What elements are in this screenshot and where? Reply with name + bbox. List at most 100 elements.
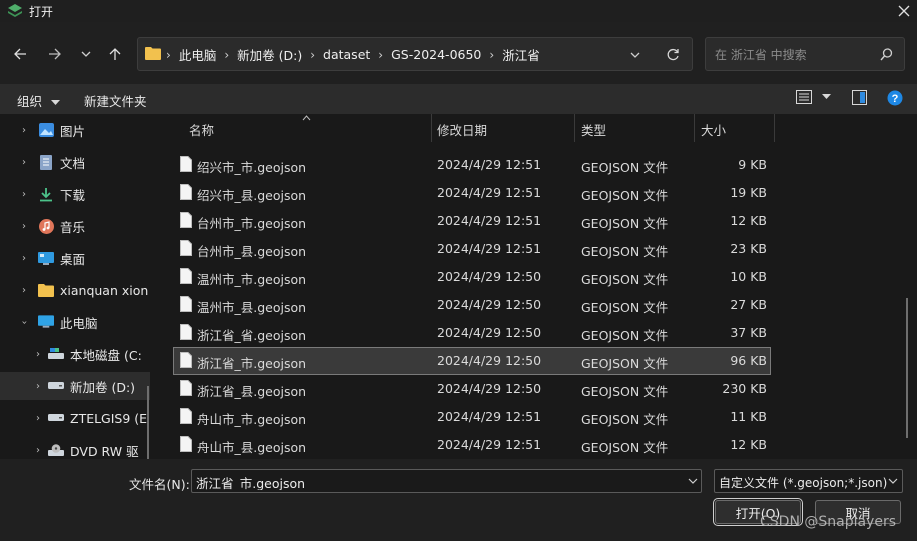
file-row[interactable]: 台州市_市.geojson 2024/4/29 12:51 GEOJSON 文件… (174, 208, 770, 234)
breadcrumb-separator-icon: › (166, 47, 171, 62)
file-size: 19 KB (730, 185, 767, 200)
search-input[interactable] (715, 47, 875, 63)
sidebar-item-pictures[interactable]: › 图片 (0, 116, 150, 144)
sidebar-item-drive-e[interactable]: › ZTELGIS9 (E (0, 404, 150, 432)
back-button[interactable] (8, 42, 32, 66)
expand-chevron-icon[interactable]: › (18, 189, 30, 200)
arrow-right-icon (49, 48, 61, 60)
view-options-button[interactable] (796, 90, 831, 104)
file-name: 浙江省_市.geojson (197, 356, 307, 371)
search-icon[interactable] (880, 48, 893, 61)
sidebar-item-label: 下载 (60, 187, 86, 203)
file-name: 浙江省_县.geojson (197, 384, 307, 399)
file-row[interactable]: 浙江省_县.geojson 2024/4/29 12:50 GEOJSON 文件… (174, 376, 770, 402)
details-view-icon (796, 90, 812, 104)
sidebar-item-documents[interactable]: › 文档 (0, 148, 150, 176)
sidebar-item-music[interactable]: › 音乐 (0, 212, 150, 240)
forward-button[interactable] (43, 42, 67, 66)
file-size: 27 KB (730, 297, 767, 312)
file-icon (180, 436, 192, 452)
sidebar-item-drive-d[interactable]: › 新加卷 (D:) (0, 372, 150, 400)
chevron-down-icon[interactable] (688, 478, 698, 485)
file-date: 2024/4/29 12:51 (437, 157, 542, 172)
column-divider[interactable] (431, 114, 432, 142)
sidebar-item-downloads[interactable]: › 下载 (0, 180, 150, 208)
file-icon (180, 380, 192, 396)
column-header-size[interactable]: 大小 (701, 120, 726, 139)
sidebar-item-desktop[interactable]: › 桌面 (0, 244, 150, 272)
file-size: 96 KB (730, 353, 767, 368)
column-divider[interactable] (694, 114, 695, 142)
close-button[interactable] (890, 0, 917, 22)
column-divider[interactable] (574, 114, 575, 142)
file-icon (180, 352, 192, 368)
breadcrumb-separator-icon[interactable]: › (378, 48, 383, 62)
file-row[interactable]: 绍兴市_县.geojson 2024/4/29 12:51 GEOJSON 文件… (174, 180, 770, 206)
file-date: 2024/4/29 12:51 (437, 185, 542, 200)
file-size: 12 KB (730, 213, 767, 228)
file-row[interactable]: 浙江省_省.geojson 2024/4/29 12:50 GEOJSON 文件… (174, 320, 770, 346)
file-icon (180, 184, 192, 200)
address-history-button[interactable] (623, 43, 647, 67)
expand-chevron-icon[interactable]: › (32, 349, 44, 360)
filename-label: 文件名(N): (129, 477, 190, 492)
breadcrumb-item[interactable]: dataset (323, 47, 370, 62)
file-row-selected[interactable]: 浙江省_市.geojson 2024/4/29 12:50 GEOJSON 文件… (173, 347, 771, 375)
drive-c-icon (48, 346, 64, 362)
column-header-date[interactable]: 修改日期 (437, 120, 487, 139)
column-header-name[interactable]: 名称 (189, 120, 214, 139)
file-icon (180, 324, 192, 340)
breadcrumb-item[interactable]: 新加卷 (D:) (237, 45, 302, 64)
file-type: GEOJSON 文件 (581, 356, 669, 371)
file-date: 2024/4/29 12:51 (437, 213, 542, 228)
expand-chevron-icon[interactable]: › (32, 381, 44, 392)
filename-combobox[interactable] (191, 469, 702, 493)
file-size: 230 KB (722, 381, 767, 396)
file-icon (180, 240, 192, 256)
file-row[interactable]: 舟山市_市.geojson 2024/4/29 12:51 GEOJSON 文件… (174, 404, 770, 430)
file-type-select[interactable]: 自定义文件 (*.geojson;*.json) (714, 469, 903, 493)
expand-chevron-icon[interactable]: › (18, 157, 30, 168)
file-size: 10 KB (730, 269, 767, 284)
partially-hidden-row (174, 141, 374, 147)
file-row[interactable]: 台州市_县.geojson 2024/4/29 12:51 GEOJSON 文件… (174, 236, 770, 262)
breadcrumb: › 此电脑 › 新加卷 (D:) › dataset › GS-2024-065… (166, 45, 540, 64)
collapse-chevron-icon[interactable]: › (19, 316, 30, 328)
expand-chevron-icon[interactable]: › (18, 125, 30, 136)
column-header-type[interactable]: 类型 (581, 120, 606, 139)
expand-chevron-icon[interactable]: › (32, 445, 44, 456)
column-divider[interactable] (774, 114, 775, 142)
file-row[interactable]: 温州市_市.geojson 2024/4/29 12:50 GEOJSON 文件… (174, 264, 770, 290)
expand-chevron-icon[interactable]: › (18, 285, 30, 296)
file-row[interactable]: 舟山市_县.geojson 2024/4/29 12:51 GEOJSON 文件… (174, 432, 770, 458)
file-row[interactable]: 温州市_县.geojson 2024/4/29 12:50 GEOJSON 文件… (174, 292, 770, 318)
file-list-scrollbar[interactable] (906, 298, 908, 438)
breadcrumb-item[interactable]: 此电脑 (179, 45, 217, 64)
new-folder-button[interactable]: 新建文件夹 (84, 91, 147, 110)
organize-menu-button[interactable]: 组织 (17, 91, 60, 110)
breadcrumb-separator-icon[interactable]: › (310, 48, 315, 62)
sidebar-item-this-pc[interactable]: › 此电脑 (0, 308, 150, 336)
breadcrumb-item[interactable]: GS-2024-0650 (391, 47, 481, 62)
help-icon[interactable]: ? (887, 90, 903, 106)
preview-pane-icon[interactable] (852, 90, 867, 105)
recent-locations-button[interactable] (74, 42, 98, 66)
expand-chevron-icon[interactable]: › (18, 221, 30, 232)
filename-field[interactable] (196, 474, 676, 490)
expand-chevron-icon[interactable]: › (32, 413, 44, 424)
sidebar-item-user-folder[interactable]: › xianquan xion (0, 276, 150, 304)
refresh-button[interactable] (661, 43, 685, 67)
sidebar-item-drive-c[interactable]: › 本地磁盘 (C: (0, 340, 150, 368)
up-button[interactable] (103, 42, 127, 66)
sidebar-item-dvd[interactable]: › DVD RW 驱 (0, 436, 150, 459)
file-icon (180, 408, 192, 424)
search-box[interactable] (705, 37, 905, 71)
breadcrumb-separator-icon[interactable]: › (224, 48, 229, 62)
expand-chevron-icon[interactable]: › (18, 253, 30, 264)
sidebar-scrollbar[interactable] (147, 386, 149, 459)
file-row[interactable]: 绍兴市_市.geojson 2024/4/29 12:51 GEOJSON 文件… (174, 152, 770, 178)
breadcrumb-separator-icon[interactable]: › (489, 48, 494, 62)
file-date: 2024/4/29 12:50 (437, 269, 542, 284)
drive-icon (48, 378, 64, 394)
breadcrumb-item[interactable]: 浙江省 (502, 45, 540, 64)
